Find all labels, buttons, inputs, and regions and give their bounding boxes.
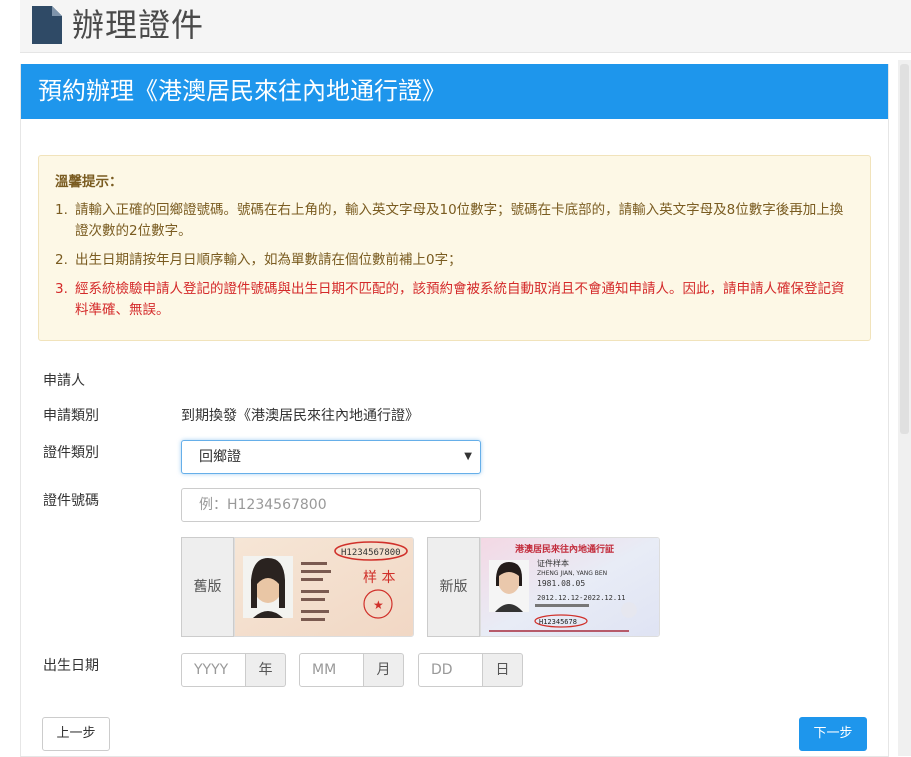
dob-month-addon: 月 [364, 653, 404, 687]
booking-card: 預約辦理《港澳居民來往內地通行證》 溫馨提示： 1. 請輸入正確的回鄉證號碼。號… [20, 64, 889, 757]
doc-number-input[interactable]: 例：H1234567800 [181, 488, 481, 522]
apply-type-value: 到期換發《港澳居民來往內地通行證》 [181, 408, 419, 424]
old-card-sample-graphic: H1234567800 样 本 ★ [235, 538, 413, 636]
prev-step-button[interactable]: 上一步 [42, 717, 110, 751]
old-sample-stamp: 样 本 [363, 570, 395, 586]
new-sample-title: 港澳居民來往內地通行証 [515, 543, 614, 555]
notice-item: 1. 請輸入正確的回鄉證號碼。號碼在右上角的，輸入英文字母及10位數字；號碼在卡… [55, 200, 854, 242]
svg-text:★: ★ [373, 598, 384, 612]
old-card-sample-image: H1234567800 样 本 ★ [234, 537, 414, 637]
notice-text: 請輸入正確的回鄉證號碼。號碼在右上角的，輸入英文字母及10位數字；號碼在卡底部的… [75, 202, 844, 239]
dob-year-input[interactable]: YYYY [181, 653, 246, 687]
card-title: 預約辦理《港澳居民來往內地通行證》 [21, 64, 888, 119]
applicant-section-label: 申請人 [43, 373, 85, 389]
new-sample-caption: 证件样本 [537, 558, 569, 568]
notice-box: 溫馨提示： 1. 請輸入正確的回鄉證號碼。號碼在右上角的，輸入英文字母及10位數… [38, 155, 871, 341]
notice-text: 出生日期請按年月日順序輸入，如為單數請在個位數前補上0字； [75, 252, 462, 268]
new-sample-number: H12345678 [539, 618, 577, 626]
notice-title: 溫馨提示： [55, 174, 123, 190]
scrollbar[interactable] [898, 60, 911, 756]
new-card-sample-graphic: 港澳居民來往內地通行証 证件样本 ZHENG JIAN, YANG BEN 19… [481, 538, 659, 636]
new-sample-name: ZHENG JIAN, YANG BEN [537, 570, 607, 577]
dob-year-addon: 年 [246, 653, 286, 687]
new-sample-label: 新版 [427, 537, 480, 637]
notice-number: 3. [55, 281, 68, 297]
notice-list: 1. 請輸入正確的回鄉證號碼。號碼在右上角的，輸入英文字母及10位數字；號碼在卡… [55, 200, 854, 321]
next-step-button[interactable]: 下一步 [799, 717, 867, 751]
dob-day-addon: 日 [483, 653, 523, 687]
notice-item-warning: 3. 經系統檢驗申請人登記的證件號碼與出生日期不匹配的，該預約會被系統自動取消且… [55, 279, 854, 321]
new-card-sample-image: 港澳居民來往內地通行証 证件样本 ZHENG JIAN, YANG BEN 19… [480, 537, 660, 637]
apply-type-label: 申請類別 [43, 408, 99, 424]
old-sample-number: H1234567800 [341, 548, 401, 558]
notice-text: 經系統檢驗申請人登記的證件號碼與出生日期不匹配的，該預約會被系統自動取消且不會通… [75, 281, 845, 318]
scrollbar-thumb[interactable] [900, 64, 909, 434]
notice-number: 1. [55, 202, 68, 218]
notice-item: 2. 出生日期請按年月日順序輸入，如為單數請在個位數前補上0字； [55, 250, 854, 271]
old-sample-label: 舊版 [181, 537, 234, 637]
notice-number: 2. [55, 252, 68, 268]
new-sample-validity: 2012.12.12-2022.12.11 [537, 594, 626, 602]
doc-type-label: 證件類別 [43, 445, 99, 461]
top-header: 辦理證件 [20, 0, 911, 53]
doc-type-selected: 回鄉證 [199, 449, 241, 465]
dob-label: 出生日期 [43, 658, 99, 674]
new-sample-dob: 1981.08.05 [537, 579, 585, 588]
dob-day-input[interactable]: DD [418, 653, 483, 687]
doc-number-label: 證件號碼 [43, 493, 99, 509]
dob-month-input[interactable]: MM [299, 653, 364, 687]
doc-type-select[interactable]: 回鄉證 ▼ [181, 440, 481, 474]
document-icon [32, 6, 62, 44]
page-title: 辦理證件 [72, 6, 205, 44]
caret-down-icon: ▼ [464, 451, 472, 462]
